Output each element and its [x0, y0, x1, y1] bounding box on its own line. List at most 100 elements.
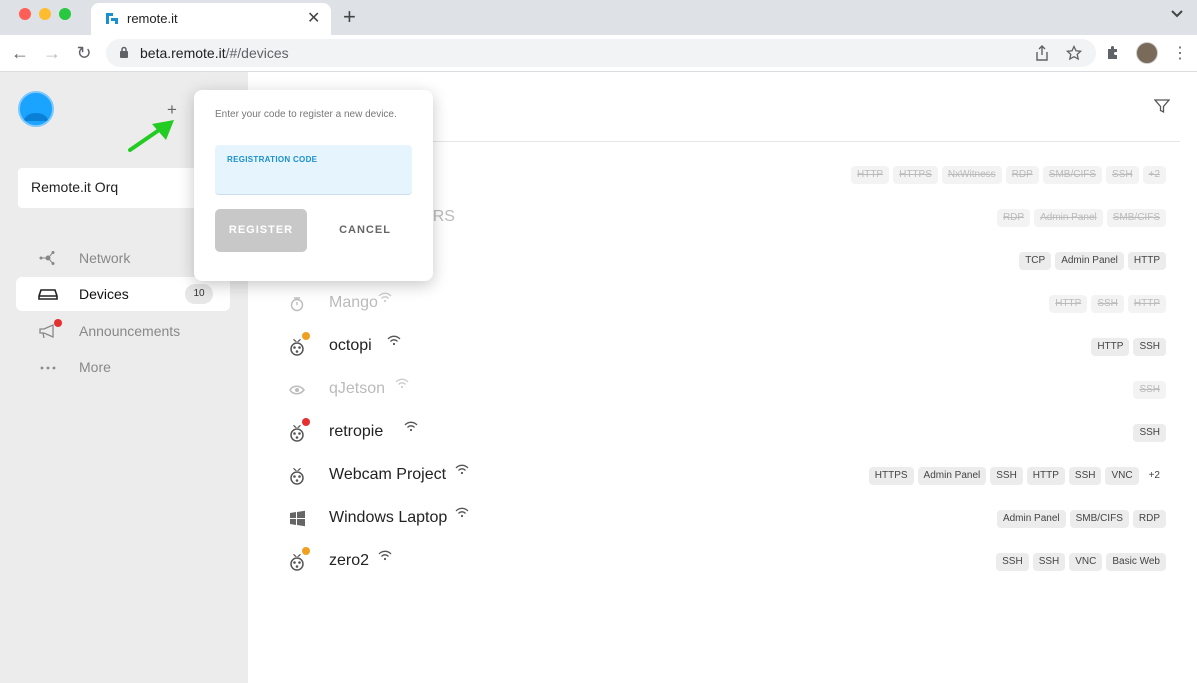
- service-tag[interactable]: SSH: [1106, 166, 1139, 184]
- browser-tabstrip: remote.it ✕ +: [0, 0, 1197, 35]
- service-tags: RDP Admin Panel SMB/CIFS: [996, 209, 1166, 227]
- register-prompt: Enter your code to register a new device…: [215, 109, 397, 120]
- service-tag[interactable]: VNC: [1105, 467, 1139, 485]
- service-tags: HTTP SSH: [1091, 338, 1166, 356]
- add-device-button[interactable]: +: [167, 100, 177, 120]
- device-name: Webcam Project: [329, 466, 447, 483]
- reload-icon[interactable]: ↻: [73, 42, 95, 64]
- service-tag[interactable]: HTTP: [850, 166, 890, 184]
- service-tag[interactable]: SSH: [1133, 381, 1166, 399]
- raspberry-pi-icon: [290, 425, 304, 442]
- service-tag[interactable]: SSH: [1032, 553, 1066, 571]
- service-tag[interactable]: NxWitness: [941, 166, 1002, 184]
- unread-dot: [54, 319, 62, 327]
- browser-tab[interactable]: remote.it ✕: [91, 3, 331, 35]
- wifi-icon: [378, 550, 392, 561]
- new-tab-icon[interactable]: +: [343, 4, 356, 30]
- address-bar[interactable]: beta.remote.it/#/devices: [106, 39, 1096, 67]
- service-tag[interactable]: Admin Panel: [996, 510, 1066, 528]
- device-name: qJetson: [329, 380, 386, 397]
- nav-label: Network: [79, 250, 131, 266]
- back-icon[interactable]: ←: [9, 42, 31, 64]
- device-row[interactable]: Mango HTTP SSH HTTP: [276, 284, 1176, 324]
- service-tag[interactable]: SSH: [1091, 295, 1124, 313]
- service-tag[interactable]: +2: [1143, 467, 1166, 485]
- service-tag[interactable]: VNC: [1069, 553, 1103, 571]
- generic-icon: [290, 297, 304, 312]
- service-tag[interactable]: HTTP: [1127, 295, 1166, 313]
- nav-item-more[interactable]: More: [16, 350, 230, 384]
- browser-menu-icon[interactable]: ⋮: [1172, 43, 1188, 63]
- close-tab-icon[interactable]: ✕: [307, 8, 320, 28]
- service-tag[interactable]: HTTP: [1127, 252, 1166, 270]
- wifi-icon: [404, 421, 418, 432]
- service-tags: HTTPS Admin Panel SSH HTTP SSH VNC +2: [868, 467, 1166, 485]
- service-tag[interactable]: TCP: [1019, 252, 1052, 270]
- service-tag[interactable]: RDP: [1132, 510, 1166, 528]
- device-name: Windows Laptop: [329, 509, 448, 526]
- service-tag[interactable]: SMB/CIFS: [1042, 166, 1103, 184]
- service-tag[interactable]: HTTP: [1091, 338, 1130, 356]
- service-tag[interactable]: SMB/CIFS: [1106, 209, 1166, 227]
- service-tag[interactable]: Admin Panel: [1034, 209, 1103, 227]
- wifi-icon: [455, 507, 469, 518]
- minimize-window-button[interactable]: [39, 8, 51, 20]
- service-tags: SSH SSH VNC Basic Web: [996, 553, 1166, 571]
- zoom-window-button[interactable]: [59, 8, 71, 20]
- nvidia-icon: [289, 385, 305, 395]
- user-avatar[interactable]: [18, 91, 54, 127]
- url-text: beta.remote.it/#/devices: [140, 45, 289, 61]
- windows-icon: [290, 510, 305, 527]
- tab-search-chevron-icon[interactable]: [1170, 7, 1184, 21]
- user-icon: [20, 93, 52, 125]
- profile-avatar[interactable]: [1136, 42, 1158, 64]
- wifi-icon: [387, 335, 401, 346]
- remoteit-favicon-icon: [106, 13, 118, 24]
- registration-code-field[interactable]: REGISTRATION CODE: [215, 145, 412, 195]
- registration-code-label: REGISTRATION CODE: [227, 155, 318, 164]
- device-row[interactable]: octopi HTTP SSH: [276, 327, 1176, 367]
- lock-icon: [120, 46, 128, 58]
- service-tag[interactable]: HTTPS: [868, 467, 914, 485]
- wifi-icon: [395, 378, 409, 389]
- device-row[interactable]: retropie SSH: [276, 413, 1176, 453]
- filter-icon[interactable]: [1154, 98, 1170, 114]
- service-tag[interactable]: SSH: [1068, 467, 1102, 485]
- service-tag[interactable]: RDP: [996, 209, 1031, 227]
- nav-item-devices[interactable]: Devices 10: [16, 277, 230, 311]
- service-tag[interactable]: SSH: [1133, 424, 1166, 442]
- device-row[interactable]: Windows Laptop Admin Panel SMB/CIFS RDP: [276, 499, 1176, 539]
- device-row[interactable]: Webcam Project HTTPS Admin Panel SSH HTTP SSH…: [276, 456, 1176, 496]
- service-tag[interactable]: HTTP: [1026, 467, 1065, 485]
- service-tag[interactable]: SSH: [996, 553, 1029, 571]
- close-window-button[interactable]: [19, 8, 31, 20]
- wifi-icon: [455, 464, 469, 475]
- nav-item-announcements[interactable]: Announcements: [16, 314, 230, 348]
- bookmark-star-icon[interactable]: [1066, 45, 1082, 61]
- service-tag[interactable]: Admin Panel: [1055, 252, 1124, 270]
- service-tag[interactable]: SSH: [1133, 338, 1166, 356]
- device-row[interactable]: zero2 SSH SSH VNC Basic Web: [276, 542, 1176, 582]
- pointer-arrow-icon: [128, 120, 174, 152]
- service-tag[interactable]: HTTP: [1049, 295, 1088, 313]
- status-dot: [302, 332, 310, 340]
- devices-count-badge: 10: [185, 284, 213, 304]
- forward-icon[interactable]: →: [41, 42, 63, 64]
- service-tag[interactable]: SSH: [990, 467, 1023, 485]
- service-tag[interactable]: +2: [1142, 166, 1166, 184]
- nav-label: Devices: [79, 286, 129, 302]
- service-tags: SSH: [1133, 424, 1166, 442]
- network-icon: [39, 251, 55, 265]
- service-tag[interactable]: Basic Web: [1106, 553, 1166, 571]
- raspberry-pi-icon: [290, 339, 304, 356]
- service-tag[interactable]: Admin Panel: [917, 467, 987, 485]
- extensions-puzzle-icon[interactable]: [1105, 45, 1121, 61]
- cancel-button[interactable]: CANCEL: [325, 209, 405, 252]
- device-name: octopi: [329, 337, 372, 354]
- share-icon[interactable]: [1035, 45, 1049, 61]
- service-tag[interactable]: HTTPS: [893, 166, 938, 184]
- service-tag[interactable]: SMB/CIFS: [1069, 510, 1129, 528]
- device-row[interactable]: qJetson SSH: [276, 370, 1176, 410]
- service-tag[interactable]: RDP: [1005, 166, 1039, 184]
- register-button[interactable]: REGISTER: [215, 209, 307, 252]
